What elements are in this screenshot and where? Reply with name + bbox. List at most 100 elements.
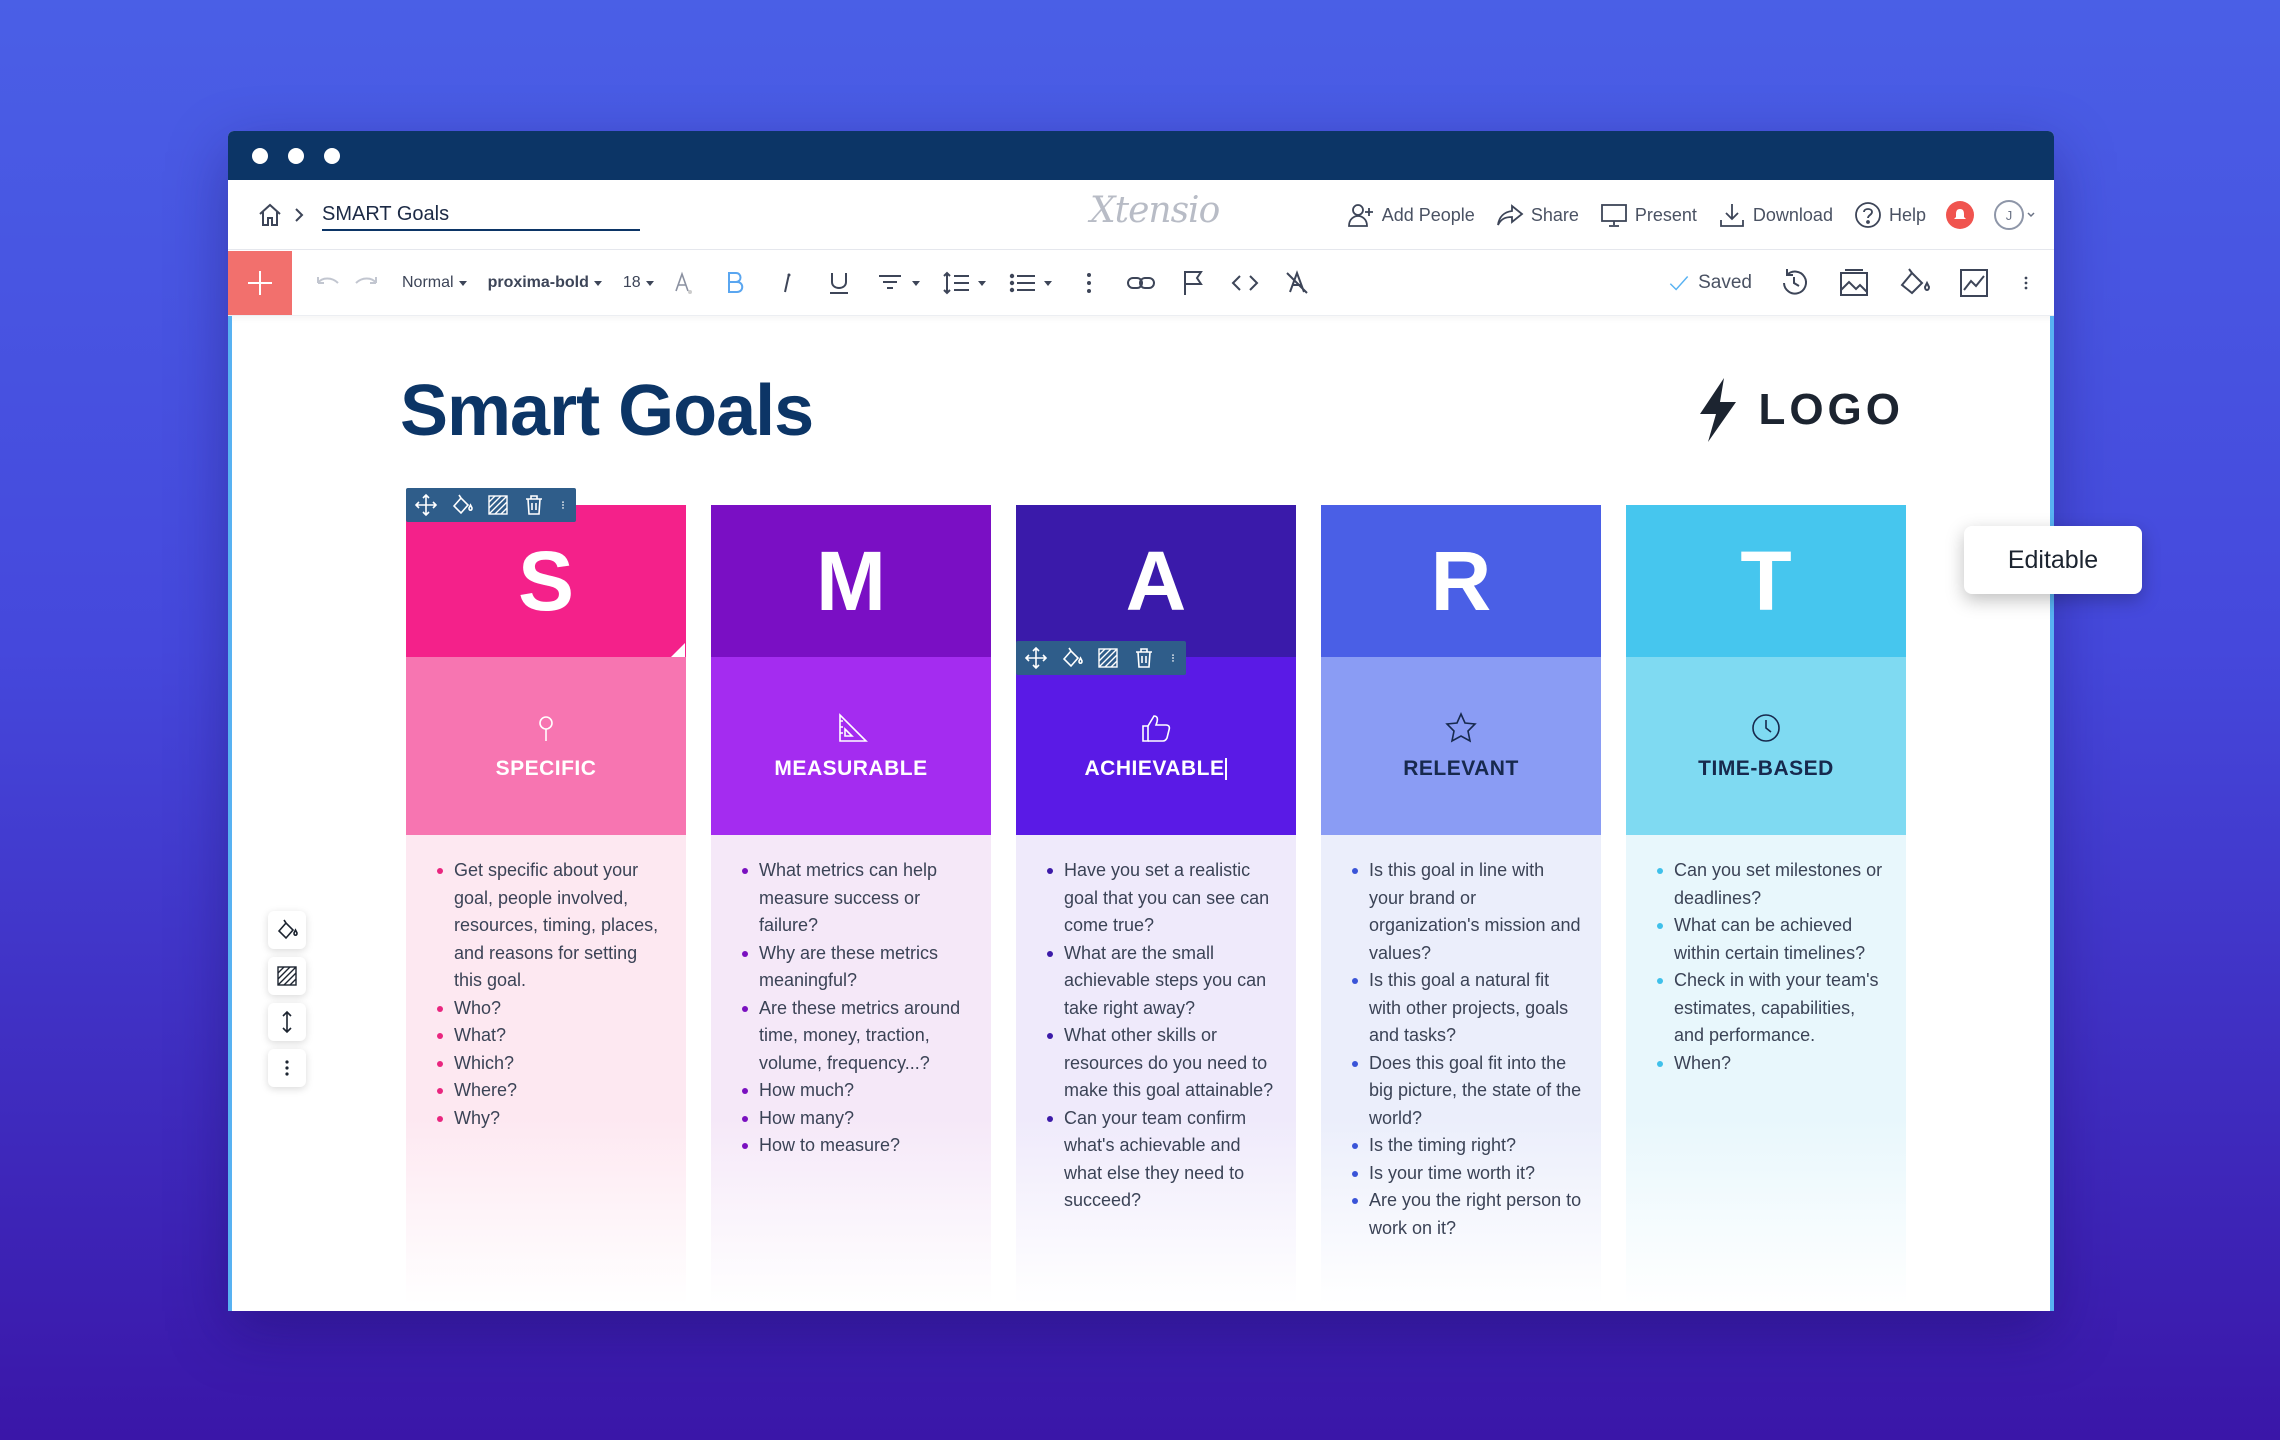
- more-vertical-icon[interactable]: [2016, 265, 2036, 301]
- move-icon[interactable]: [414, 493, 438, 517]
- column-header[interactable]: ACHIEVABLE: [1016, 657, 1296, 835]
- thumbs-up-icon: [1142, 715, 1171, 742]
- window-dot-minimize[interactable]: [288, 147, 304, 164]
- resize-handle[interactable]: [671, 643, 685, 657]
- paint-bucket-icon[interactable]: [450, 493, 474, 517]
- column-letter[interactable]: A: [1016, 505, 1296, 657]
- trash-icon[interactable]: [522, 493, 546, 517]
- page-title[interactable]: Smart Goals: [400, 370, 814, 452]
- line-spacing-button[interactable]: [941, 267, 987, 299]
- history-icon[interactable]: [1776, 265, 1812, 301]
- pattern-icon[interactable]: [486, 493, 510, 517]
- column-body[interactable]: What metrics can help measure success or…: [711, 835, 991, 1305]
- section-height-button[interactable]: [268, 1003, 306, 1041]
- paint-bucket-icon[interactable]: [1060, 646, 1084, 670]
- bold-button[interactable]: [719, 267, 751, 299]
- block-toolbar-achievable: [1016, 641, 1186, 675]
- bell-icon: [1954, 209, 1966, 219]
- list-item: Why are these metrics meaningful?: [741, 940, 973, 995]
- trash-icon[interactable]: [1132, 646, 1156, 670]
- present-button[interactable]: Present: [1599, 200, 1697, 230]
- account-menu[interactable]: J: [1994, 200, 2036, 230]
- column-title[interactable]: MEASURABLE: [774, 757, 927, 781]
- more-vertical-icon[interactable]: [558, 493, 568, 517]
- undo-button[interactable]: [312, 267, 344, 299]
- list-item: Is this goal in line with your brand or …: [1351, 857, 1583, 967]
- underline-button[interactable]: [823, 267, 855, 299]
- link-button[interactable]: [1125, 267, 1157, 299]
- column-title[interactable]: RELEVANT: [1403, 757, 1519, 781]
- align-button[interactable]: [875, 267, 921, 299]
- plus-icon: [248, 270, 272, 295]
- list-item: Are you the right person to work on it?: [1351, 1187, 1583, 1242]
- notifications-button[interactable]: [1946, 201, 1974, 229]
- list-item: What are the small achievable steps you …: [1046, 940, 1278, 1023]
- flag-button[interactable]: [1177, 267, 1209, 299]
- add-section-button[interactable]: [228, 250, 292, 315]
- smart-column-time-based[interactable]: T TIME-BASED Can you set milestones or dea…: [1626, 505, 1906, 1305]
- saved-label: Saved: [1698, 272, 1752, 293]
- column-letter[interactable]: R: [1321, 505, 1601, 657]
- clear-format-button[interactable]: [1281, 267, 1313, 299]
- document-title-input[interactable]: SMART Goals: [322, 203, 640, 231]
- column-title[interactable]: SPECIFIC: [496, 757, 597, 781]
- more-format-button[interactable]: [1073, 267, 1105, 299]
- move-icon[interactable]: [1024, 646, 1048, 670]
- smart-column-achievable[interactable]: A ACHIEVABLE Have you set a realistic goal…: [1016, 505, 1296, 1305]
- column-header[interactable]: SPECIFIC: [406, 657, 686, 835]
- download-icon: [1720, 204, 1744, 227]
- text-style-select[interactable]: Normal: [402, 274, 468, 292]
- column-header[interactable]: RELEVANT: [1321, 657, 1601, 835]
- list-item: What other skills or resources do you ne…: [1046, 1022, 1278, 1105]
- window-dot-close[interactable]: [252, 147, 268, 164]
- italic-button[interactable]: [771, 267, 803, 299]
- list-item: When?: [1656, 1050, 1888, 1078]
- list-icon: [1009, 273, 1035, 292]
- analytics-icon[interactable]: [1956, 265, 1992, 301]
- list-item: Is your time worth it?: [1351, 1160, 1583, 1188]
- column-body[interactable]: Get specific about your goal, people inv…: [406, 835, 686, 1305]
- more-vertical-icon[interactable]: [1168, 646, 1178, 670]
- column-letter[interactable]: S: [406, 505, 686, 657]
- download-button[interactable]: Download: [1717, 200, 1833, 230]
- paint-bucket-icon: [277, 919, 298, 940]
- lightning-icon: [1700, 378, 1737, 442]
- clock-icon: [1752, 714, 1780, 742]
- smart-column-measurable[interactable]: M MEASURABLE What metrics can help measure…: [711, 505, 991, 1305]
- window-dot-maximize[interactable]: [324, 147, 340, 164]
- smart-column-relevant[interactable]: R RELEVANT Is this goal in line with your …: [1321, 505, 1601, 1305]
- share-button[interactable]: Share: [1495, 200, 1579, 230]
- home-icon[interactable]: [256, 201, 284, 229]
- logo[interactable]: LOGO: [1698, 378, 1904, 442]
- column-letter[interactable]: T: [1626, 505, 1906, 657]
- smart-column-specific[interactable]: S SPECIFIC Get specific about your goal, p…: [406, 505, 686, 1305]
- section-background-button[interactable]: [268, 957, 306, 995]
- align-icon: [878, 274, 901, 289]
- column-letter[interactable]: M: [711, 505, 991, 657]
- caret-down-icon: [593, 280, 602, 286]
- font-size-select[interactable]: 18: [623, 274, 655, 292]
- add-people-icon: [1347, 204, 1373, 227]
- column-title[interactable]: TIME-BASED: [1698, 757, 1834, 781]
- text-color-button[interactable]: [667, 267, 699, 299]
- caret-down-icon: [977, 280, 986, 286]
- column-body[interactable]: Is this goal in line with your brand or …: [1321, 835, 1601, 1305]
- section-more-button[interactable]: [268, 1049, 306, 1087]
- column-header[interactable]: TIME-BASED: [1626, 657, 1906, 835]
- pattern-icon[interactable]: [1096, 646, 1120, 670]
- help-button[interactable]: Help: [1853, 200, 1926, 230]
- font-size-value: 18: [622, 273, 641, 291]
- add-people-button[interactable]: Add People: [1346, 200, 1475, 230]
- paint-bucket-icon[interactable]: [1896, 265, 1932, 301]
- section-color-button[interactable]: [268, 911, 306, 949]
- list-button[interactable]: [1007, 267, 1053, 299]
- side-toolbar: [268, 911, 306, 1087]
- redo-button[interactable]: [350, 267, 382, 299]
- column-header[interactable]: MEASURABLE: [711, 657, 991, 835]
- font-family-select[interactable]: proxima-bold: [488, 274, 603, 292]
- column-body[interactable]: Have you set a realistic goal that you c…: [1016, 835, 1296, 1305]
- column-body[interactable]: Can you set milestones or deadlines? What…: [1626, 835, 1906, 1305]
- image-gallery-icon[interactable]: [1836, 265, 1872, 301]
- code-button[interactable]: [1229, 267, 1261, 299]
- column-title[interactable]: ACHIEVABLE: [1085, 757, 1228, 781]
